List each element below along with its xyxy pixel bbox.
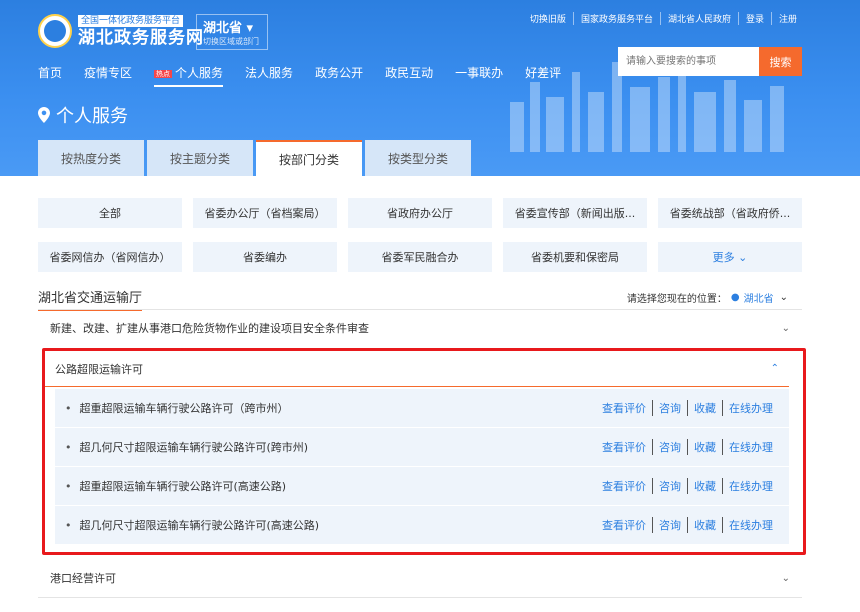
accordion-port-hazardous-goods[interactable]: 新建、改建、扩建从事港口危险货物作业的建设项目安全条件审查 ⌄ [38,316,802,340]
location-label: 请选择您现在的位置： [626,294,727,305]
favorite-link[interactable]: 收藏 [687,439,722,455]
region-selector[interactable]: 湖北省 ▾ 切换区域或部门 [196,14,268,50]
department-grid: 全部 省委办公厅（省档案局） 省政府办公厅 省委宣传部（新闻出版... 省委统战… [38,198,802,286]
main-nav: 首页 疫情专区 热点 个人服务 法人服务 政务公开 政民互动 一事联办 好差评 [38,64,583,87]
apply-online-link[interactable]: 在线办理 [722,478,779,494]
view-evaluation-link[interactable]: 查看评价 [596,478,652,494]
favorite-link[interactable]: 收藏 [687,517,722,533]
divider [38,309,802,310]
region-name: 湖北省 [203,21,243,36]
category-tabs: 按热度分类 按主题分类 按部门分类 按类型分类 [38,140,474,176]
link-national-platform[interactable]: 国家政务服务平台 [572,12,660,25]
accordion-port-operation[interactable]: 港口经营许可 ⌄ [38,566,802,590]
tab-by-department[interactable]: 按部门分类 [256,140,362,176]
location-pin-icon: ● [730,292,740,303]
location-selector[interactable]: 请选择您现在的位置： ● 湖北省 ⌄ [627,290,788,305]
nav-personal-services[interactable]: 热点 个人服务 [154,64,224,87]
region-subtitle: 切换区域或部门 [203,37,259,46]
top-links: 切换旧版 国家政务服务平台 湖北省人民政府 登录 注册 [523,12,804,25]
item-name[interactable]: 超几何尺寸超限运输车辆行驶公路许可(高速公路) [65,517,320,533]
nav-interaction[interactable]: 政民互动 [385,64,433,87]
dept-all[interactable]: 全部 [38,198,182,228]
consult-link[interactable]: 咨询 [652,400,687,416]
apply-online-link[interactable]: 在线办理 [722,400,779,416]
search-input[interactable] [618,47,759,76]
location-value: 湖北省 [743,294,774,305]
chevron-down-icon: ⌄ [781,572,790,584]
divider [38,597,802,598]
page-title-row: 个人服务 [38,102,128,128]
consult-link[interactable]: 咨询 [652,517,687,533]
dept-cyberspace[interactable]: 省委网信办（省网信办） [38,242,182,272]
login-link[interactable]: 登录 [737,12,771,25]
view-evaluation-link[interactable]: 查看评价 [596,517,652,533]
logo-title: 湖北政务服务网 [78,28,204,48]
nav-one-stop[interactable]: 一事联办 [455,64,503,87]
favorite-link[interactable]: 收藏 [687,400,722,416]
favorite-link[interactable]: 收藏 [687,478,722,494]
chevron-down-icon: ⌄ [779,292,788,303]
search-bar: 搜索 [618,47,802,76]
item-name[interactable]: 超重超限运输车辆行驶公路许可（跨市州） [65,400,289,416]
dept-staffing[interactable]: 省委编办 [193,242,337,272]
nav-government-affairs[interactable]: 政务公开 [315,64,363,87]
expanded-accordion-highlight: 公路超限运输许可 ⌃ 超重超限运输车辆行驶公路许可（跨市州） 查看评价 咨询 收… [42,348,806,555]
department-title: 湖北省交通运输厅 [38,287,143,311]
item-name[interactable]: 超重超限运输车辆行驶公路许可(高速公路) [65,478,287,494]
accordion-header-overlimit[interactable]: 公路超限运输许可 ⌃ [45,351,789,387]
item-name[interactable]: 超几何尺寸超限运输车辆行驶公路许可(跨市州) [65,439,309,455]
list-item: 超重超限运输车辆行驶公路许可(高速公路) 查看评价 咨询 收藏 在线办理 [55,467,789,506]
apply-online-link[interactable]: 在线办理 [722,439,779,455]
site-logo[interactable]: 全国一体化政务服务平台 湖北政务服务网 [38,12,204,49]
view-evaluation-link[interactable]: 查看评价 [596,439,652,455]
nav-home[interactable]: 首页 [38,64,62,87]
emblem-icon [38,13,72,48]
chevron-up-icon: ⌃ [770,363,779,374]
header: 全国一体化政务服务平台 湖北政务服务网 湖北省 ▾ 切换区域或部门 切换旧版 国… [0,0,860,176]
caret-down-icon: ▾ [246,21,254,36]
search-button[interactable]: 搜索 [759,47,802,76]
nav-epidemic[interactable]: 疫情专区 [84,64,132,87]
dept-party-office[interactable]: 省委办公厅（省档案局） [193,198,337,228]
tab-by-popularity[interactable]: 按热度分类 [38,140,144,176]
link-old-version[interactable]: 切换旧版 [523,12,573,25]
consult-link[interactable]: 咨询 [652,478,687,494]
list-item: 超几何尺寸超限运输车辆行驶公路许可(跨市州) 查看评价 咨询 收藏 在线办理 [55,428,789,467]
chevron-down-icon: ⌄ [781,322,790,334]
hot-badge: 热点 [154,69,173,78]
link-provincial-government[interactable]: 湖北省人民政府 [659,12,738,25]
list-item: 超重超限运输车辆行驶公路许可（跨市州） 查看评价 咨询 收藏 在线办理 [55,389,789,428]
tab-by-theme[interactable]: 按主题分类 [147,140,253,176]
page-title: 个人服务 [56,106,128,127]
tab-by-type[interactable]: 按类型分类 [365,140,471,176]
dept-civil-military[interactable]: 省委军民融合办 [348,242,492,272]
dept-confidential[interactable]: 省委机要和保密局 [503,242,647,272]
logo-subtitle: 全国一体化政务服务平台 [78,15,184,27]
list-item: 超几何尺寸超限运输车辆行驶公路许可(高速公路) 查看评价 咨询 收藏 在线办理 [55,506,789,545]
accordion-label: 公路超限运输许可 [55,362,143,376]
accordion-label: 新建、改建、扩建从事港口危险货物作业的建设项目安全条件审查 [50,322,369,335]
nav-evaluation[interactable]: 好差评 [525,64,561,87]
apply-online-link[interactable]: 在线办理 [722,517,779,533]
dept-united-front[interactable]: 省委统战部（省政府侨... [658,198,802,228]
accordion-label: 港口经营许可 [50,572,116,585]
dept-gov-office[interactable]: 省政府办公厅 [348,198,492,228]
more-departments-button[interactable]: 更多 ⌄ [658,242,802,272]
nav-corporate-services[interactable]: 法人服务 [245,64,293,87]
location-pin-icon [38,107,50,123]
view-evaluation-link[interactable]: 查看评价 [596,400,652,416]
consult-link[interactable]: 咨询 [652,439,687,455]
register-link[interactable]: 注册 [770,12,804,25]
dept-propaganda[interactable]: 省委宣传部（新闻出版... [503,198,647,228]
